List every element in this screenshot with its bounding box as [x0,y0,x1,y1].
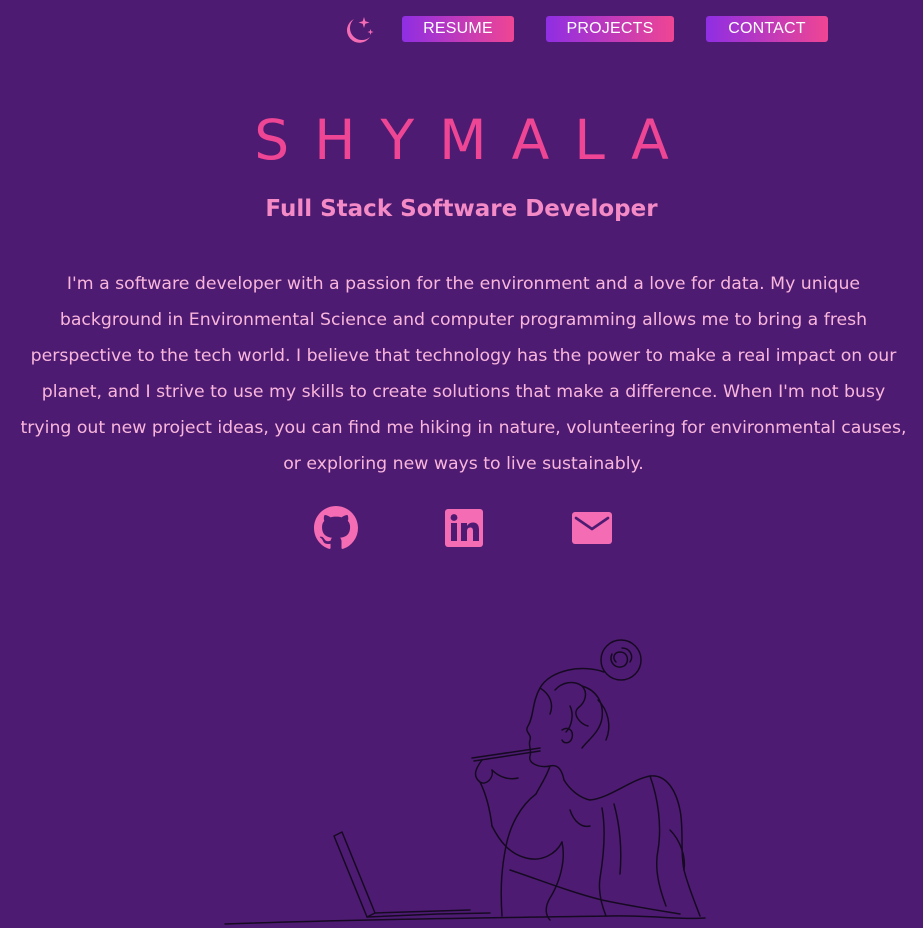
email-link[interactable] [570,506,614,550]
theme-toggle-button[interactable] [337,13,375,49]
hero-name: SHYMALA [254,108,694,172]
contact-button[interactable]: CONTACT [706,16,828,42]
projects-button[interactable]: PROJECTS [546,16,674,42]
mail-icon [572,512,612,544]
linkedin-link[interactable] [442,506,486,550]
moon-stars-icon [346,17,374,43]
hero-role: Full Stack Software Developer [265,196,658,222]
github-link[interactable] [314,506,358,550]
resume-button[interactable]: RESUME [402,16,514,42]
github-icon [314,506,358,549]
linkedin-icon [445,509,483,547]
portfolio-page: RESUME PROJECTS CONTACT SHYMALA Full Sta… [0,0,923,928]
bio-paragraph: I'm a software developer with a passion … [20,274,907,474]
woman-at-laptop-illustration [224,639,706,925]
